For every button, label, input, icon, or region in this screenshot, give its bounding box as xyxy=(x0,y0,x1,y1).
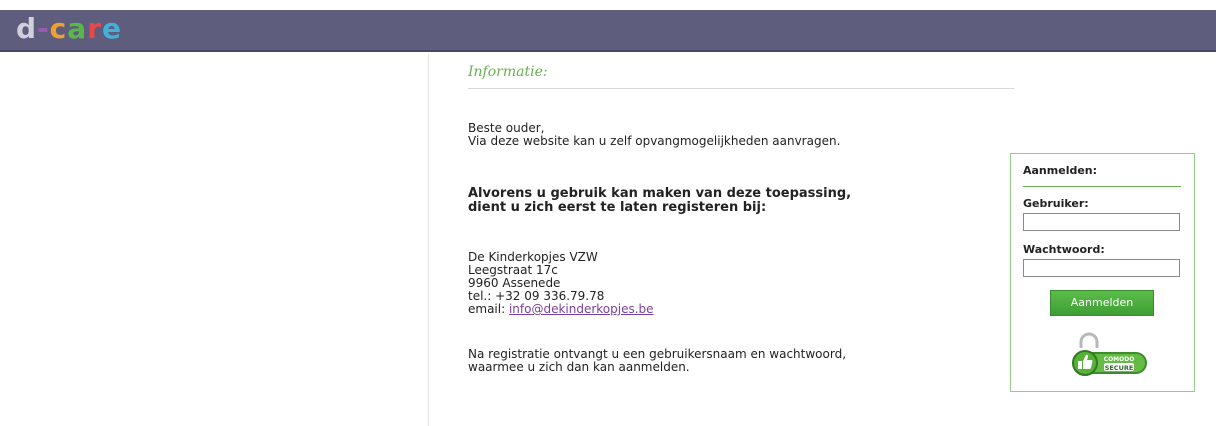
logo-letter: a xyxy=(67,12,88,45)
notice-line-2: dient u zich eerst te laten registeren b… xyxy=(468,200,767,215)
contact-email-row: email: info@dekinderkopjes.be xyxy=(468,303,654,316)
password-input[interactable] xyxy=(1023,259,1180,277)
username-label: Gebruiker: xyxy=(1023,197,1089,210)
outro-line-2: waarmee u zich dan kan aanmelden. xyxy=(468,360,690,374)
password-label: Wachtwoord: xyxy=(1023,243,1105,256)
login-button[interactable]: Aanmelden xyxy=(1050,290,1154,316)
badge-secure-text: SECURE xyxy=(1105,364,1134,372)
logo-letter: e xyxy=(102,12,122,45)
notice-line-1: Alvorens u gebruik kan maken van deze to… xyxy=(468,186,852,201)
username-input[interactable] xyxy=(1023,213,1180,231)
logo-letter: - xyxy=(37,12,50,45)
email-link[interactable]: info@dekinderkopjes.be xyxy=(509,302,654,316)
info-heading: Informatie: xyxy=(468,64,1014,89)
padlock-shackle xyxy=(1079,332,1099,348)
top-bar: d-care xyxy=(0,10,1216,52)
login-title: Aanmelden: xyxy=(1023,164,1181,187)
badge-brand-text: COMODO xyxy=(1104,356,1135,363)
comodo-secure-badge[interactable]: COMODO SECURE xyxy=(1067,330,1147,380)
intro-text: Via deze website kan u zelf opvangmogeli… xyxy=(468,134,841,148)
email-label: email: xyxy=(468,302,509,316)
logo-letter: d xyxy=(16,12,38,45)
column-divider xyxy=(428,54,429,426)
dcare-logo[interactable]: d-care xyxy=(16,12,122,46)
logo-letter: r xyxy=(87,12,102,45)
login-panel: Aanmelden: Gebruiker: Wachtwoord: Aanmel… xyxy=(1010,153,1195,392)
logo-letter: c xyxy=(49,12,68,45)
